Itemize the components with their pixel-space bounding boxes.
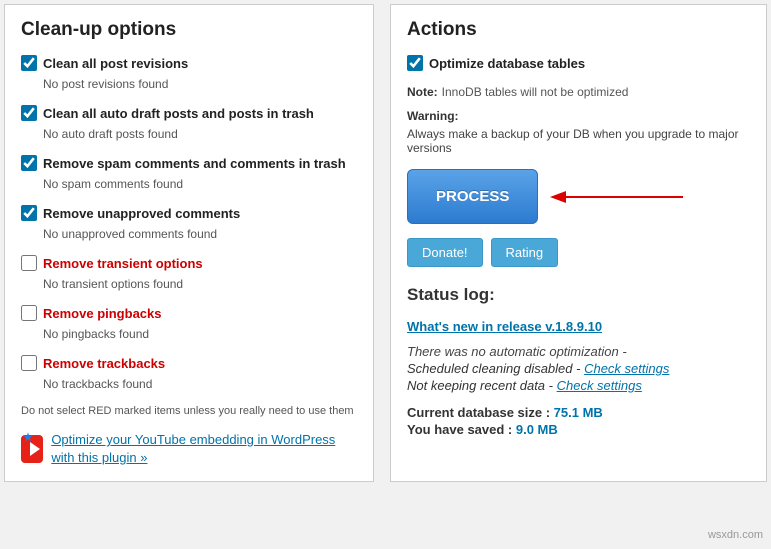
cleanup-label-4: Remove transient options <box>43 256 203 271</box>
cleanup-checkbox-4[interactable] <box>21 255 37 271</box>
cleanup-checkbox-3[interactable] <box>21 205 37 221</box>
cleanup-status-5: No pingbacks found <box>43 327 357 341</box>
cleanup-checkbox-5[interactable] <box>21 305 37 321</box>
cleanup-checkbox-1[interactable] <box>21 105 37 121</box>
actions-panel: Actions Optimize database tables Note:In… <box>390 4 767 482</box>
auto-opt-line: There was no automatic optimization - <box>407 344 750 359</box>
db-size-line: Current database size : 75.1 MB <box>407 405 750 420</box>
cleanup-footnote: Do not select RED marked items unless yo… <box>21 405 357 417</box>
cleanup-checkbox-2[interactable] <box>21 155 37 171</box>
cleanup-status-3: No unapproved comments found <box>43 227 357 241</box>
cleanup-title: Clean-up options <box>21 19 357 41</box>
scheduled-line: Scheduled cleaning disabled - Check sett… <box>407 361 750 376</box>
saved-line: You have saved : 9.0 MB <box>407 422 750 437</box>
check-settings-scheduled[interactable]: Check settings <box>584 361 669 376</box>
actions-title: Actions <box>407 19 750 41</box>
warning-text: Always make a backup of your DB when you… <box>407 127 750 155</box>
cleanup-label-5: Remove pingbacks <box>43 306 162 321</box>
cleanup-panel: Clean-up options Clean all post revision… <box>4 4 374 482</box>
process-button[interactable]: PROCESS <box>407 169 538 224</box>
cleanup-label-3: Remove unapproved comments <box>43 206 240 221</box>
cleanup-status-2: No spam comments found <box>43 177 357 191</box>
status-log-title: Status log: <box>407 285 750 305</box>
cleanup-status-0: No post revisions found <box>43 77 357 91</box>
watermark: wsxdn.com <box>708 529 763 541</box>
cleanup-status-4: No transient options found <box>43 277 357 291</box>
cleanup-status-6: No trackbacks found <box>43 377 357 391</box>
promo-row: Optimize your YouTube embedding in WordP… <box>21 431 357 467</box>
optimize-db-checkbox[interactable] <box>407 55 423 71</box>
note-line: Note:InnoDB tables will not be optimized <box>407 85 750 99</box>
keeping-line: Not keeping recent data - Check settings <box>407 378 750 393</box>
warning-label: Warning: <box>407 109 750 123</box>
youtube-icon <box>21 435 43 463</box>
optimize-db-label: Optimize database tables <box>429 56 585 71</box>
cleanup-label-0: Clean all post revisions <box>43 56 188 71</box>
cleanup-label-2: Remove spam comments and comments in tra… <box>43 156 346 171</box>
promo-link[interactable]: Optimize your YouTube embedding in WordP… <box>51 431 357 467</box>
cleanup-label-1: Clean all auto draft posts and posts in … <box>43 106 314 121</box>
release-link[interactable]: What's new in release v.1.8.9.10 <box>407 319 602 334</box>
cleanup-checkbox-0[interactable] <box>21 55 37 71</box>
arrow-icon <box>548 182 688 212</box>
cleanup-checkbox-6[interactable] <box>21 355 37 371</box>
rating-button[interactable]: Rating <box>491 238 559 267</box>
donate-button[interactable]: Donate! <box>407 238 483 267</box>
cleanup-status-1: No auto draft posts found <box>43 127 357 141</box>
cleanup-label-6: Remove trackbacks <box>43 356 165 371</box>
check-settings-keeping[interactable]: Check settings <box>557 378 642 393</box>
